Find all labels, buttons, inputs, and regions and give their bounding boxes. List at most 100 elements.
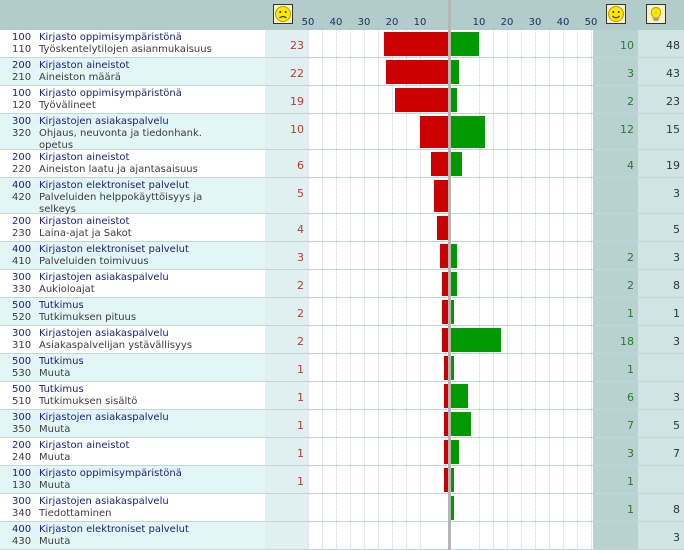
category-code: 300 [12, 412, 32, 423]
ideas-count: 3 [638, 178, 684, 213]
gridline [563, 86, 564, 113]
category-name: Kirjasto oppimisympäristönä [39, 468, 182, 479]
gridline [549, 58, 550, 85]
category-code: 500 [12, 356, 32, 367]
gridline [521, 270, 522, 297]
gridline [577, 214, 578, 241]
gridline [563, 242, 564, 269]
gridline [378, 382, 379, 409]
gridline [591, 178, 592, 213]
gridline [322, 86, 323, 113]
gridline [420, 522, 421, 549]
gridline [521, 150, 522, 177]
gridline [535, 178, 536, 213]
subcategory-code: 330 [12, 284, 32, 295]
category-name: Kirjastojen asiakaspalvelu [39, 272, 169, 283]
gridline [350, 114, 351, 149]
category-code: 100 [12, 468, 32, 479]
gridline [591, 494, 592, 521]
category-cell: 400 Kirjaston elektroniset palvelut 430 Muu… [0, 522, 265, 549]
gridline [420, 466, 421, 493]
gridline [308, 494, 309, 521]
gridline [479, 86, 480, 113]
gridline [591, 30, 592, 57]
gridline [577, 86, 578, 113]
positive-count: 10 [593, 30, 638, 57]
scale-tick-label: 40 [556, 17, 570, 28]
gridline [549, 242, 550, 269]
category-name: Kirjasto oppimisympäristönä [39, 88, 182, 99]
gridline [364, 410, 365, 437]
positive-bar [451, 496, 454, 520]
gridline [364, 86, 365, 113]
gridline [350, 522, 351, 549]
positive-bar [451, 244, 457, 268]
positive-count: 7 [593, 410, 638, 437]
gridline [322, 298, 323, 325]
gridline [392, 438, 393, 465]
category-main-line: 200 Kirjaston aineistot [12, 60, 265, 72]
subcategory-name: Ohjaus, neuvonta ja tiedonhank. [39, 128, 202, 139]
subcategory-name: Aukioloajat [39, 284, 95, 295]
gridline [420, 242, 421, 269]
gridline [322, 242, 323, 269]
negative-count: 19 [265, 86, 308, 113]
gridline [308, 30, 309, 57]
gridline [378, 86, 379, 113]
negative-count: 1 [265, 354, 308, 381]
zero-axis-line [448, 0, 451, 550]
gridline [521, 114, 522, 149]
gridline [591, 242, 592, 269]
gridline [563, 298, 564, 325]
gridline [507, 214, 508, 241]
category-name: Tutkimus [39, 300, 84, 311]
subcategory-line: 530 Muuta [12, 368, 265, 380]
gridline [479, 242, 480, 269]
subcategory-name: Tutkimuksen pituus [39, 312, 137, 323]
gridline [322, 326, 323, 353]
positive-bar [451, 88, 457, 112]
gridline [308, 326, 309, 353]
gridline [521, 30, 522, 57]
gridline [364, 270, 365, 297]
negative-count: 23 [265, 30, 308, 57]
positive-bar [451, 116, 485, 148]
gridline [521, 86, 522, 113]
gridline [521, 354, 522, 381]
gridline [308, 214, 309, 241]
gridline [420, 382, 421, 409]
gridline [322, 466, 323, 493]
subcategory-line: 410 Palveluiden toimivuus [12, 256, 265, 268]
gridline [336, 410, 337, 437]
negative-bar [434, 180, 448, 212]
negative-count: 1 [265, 438, 308, 465]
gridline [420, 410, 421, 437]
gridline [577, 298, 578, 325]
subcategory-line: 130 Muuta [12, 480, 265, 492]
subcategory-name: Muuta [39, 480, 71, 491]
gridline [535, 114, 536, 149]
gridline [378, 466, 379, 493]
gridline [577, 522, 578, 549]
negative-bar [439, 244, 448, 268]
gridline [563, 354, 564, 381]
gridline [549, 466, 550, 493]
gridline [507, 86, 508, 113]
gridline [507, 494, 508, 521]
gridline [336, 522, 337, 549]
gridline [549, 382, 550, 409]
gridline [378, 522, 379, 549]
gridline [336, 326, 337, 353]
gridline [507, 298, 508, 325]
category-code: 200 [12, 216, 32, 227]
gridline [563, 522, 564, 549]
category-cell: 100 Kirjasto oppimisympäristönä 130 Muuta [0, 466, 265, 493]
gridline [563, 494, 564, 521]
gridline [378, 178, 379, 213]
subcategory-line: 430 Muuta [12, 536, 265, 548]
gridline [378, 410, 379, 437]
subcategory-name: Muuta [39, 424, 71, 435]
gridline [577, 382, 578, 409]
gridline [521, 494, 522, 521]
gridline [336, 438, 337, 465]
